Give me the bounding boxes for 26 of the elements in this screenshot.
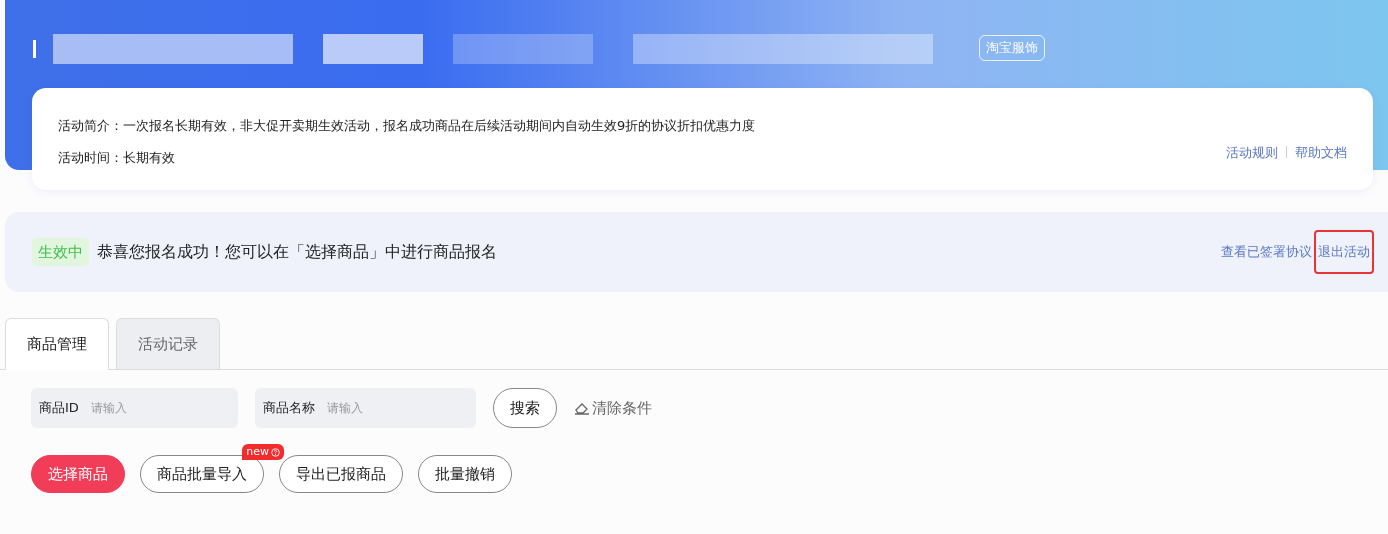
tab[interactable]: 活动记录 bbox=[116, 318, 220, 369]
rule-link[interactable]: 活动规则 bbox=[1226, 142, 1278, 162]
search-button[interactable]: 搜索 bbox=[493, 388, 557, 428]
status-badge: 生效中 bbox=[32, 237, 89, 267]
action-button[interactable]: 批量撤销 bbox=[418, 455, 512, 493]
new-badge: new bbox=[242, 444, 284, 460]
summary-text: 活动简介：一次报名长期有效，非大促开卖期生效活动，报名成功商品在后续活动期间内自动生效9折的协议折扣优惠力度 bbox=[58, 117, 756, 135]
action-button[interactable]: 导出已报商品 bbox=[279, 455, 403, 493]
clear-button[interactable]: 清除条件 bbox=[574, 396, 652, 420]
action-button[interactable]: 选择商品 bbox=[31, 455, 125, 493]
time-text: 活动时间：长期有效 bbox=[58, 148, 175, 167]
filter-field[interactable]: 商品名称 请输入 bbox=[255, 388, 476, 428]
field-label: 商品ID bbox=[39, 399, 79, 418]
filter-field[interactable]: 商品ID 请输入 bbox=[31, 388, 238, 428]
tab[interactable]: 商品管理 bbox=[5, 318, 109, 370]
text-input[interactable]: 请输入 bbox=[325, 398, 465, 418]
status-link[interactable]: 退出活动 bbox=[1318, 244, 1370, 260]
rule-link[interactable]: 帮助文档 bbox=[1295, 142, 1347, 162]
field-label: 商品名称 bbox=[263, 399, 315, 418]
status-message: 恭喜您报名成功！您可以在「选择商品」中进行商品报名 bbox=[97, 241, 497, 263]
help-icon bbox=[271, 447, 280, 457]
action-button[interactable]: 商品批量导入 bbox=[140, 455, 264, 493]
status-link[interactable]: 查看已签署协议 bbox=[1221, 242, 1312, 262]
category-tag: 淘宝服饰 bbox=[979, 35, 1045, 61]
text-input[interactable]: 请输入 bbox=[88, 398, 229, 418]
eraser-icon bbox=[574, 401, 590, 415]
